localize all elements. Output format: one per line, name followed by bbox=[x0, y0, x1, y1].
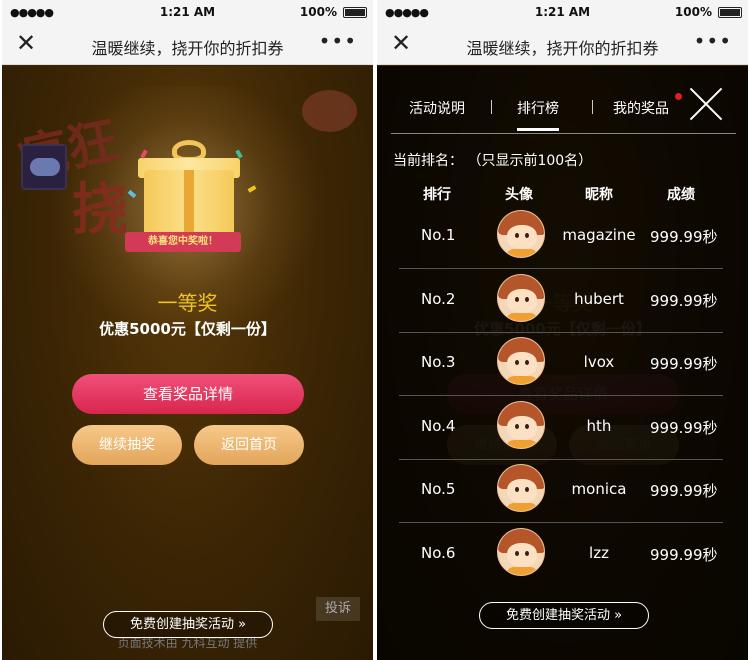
avatar bbox=[497, 274, 545, 322]
row-rank: No.2 bbox=[421, 290, 456, 308]
row-nickname: hubert bbox=[574, 290, 624, 308]
congrats-banner: 恭喜您中奖啦！ bbox=[125, 232, 241, 252]
row-nickname: magazine bbox=[562, 226, 636, 244]
header-score: 成绩 bbox=[667, 187, 695, 203]
header-nickname: 昵称 bbox=[585, 187, 613, 203]
avatar bbox=[497, 528, 545, 576]
cloud-logo-icon bbox=[21, 144, 67, 190]
free-create-activity-button[interactable]: 免费创建抽奖活动 » bbox=[103, 611, 273, 638]
nav-bar: ✕ 温暖继续，挠开你的折扣券 ••• bbox=[377, 25, 748, 65]
leaderboard-tabs: 活动说明 排行榜 我的奖品 bbox=[391, 78, 736, 134]
complain-button[interactable]: 投诉 bbox=[316, 597, 360, 621]
background-logo-art-2: 挠 bbox=[72, 178, 128, 243]
row-nickname: lzz bbox=[589, 544, 609, 562]
battery-percent: 100% bbox=[299, 5, 337, 19]
free-create-activity-button[interactable]: 免费创建抽奖活动 » bbox=[479, 602, 649, 629]
row-rank: No.6 bbox=[421, 544, 456, 562]
continue-draw-button[interactable]: 继续抽奖 bbox=[72, 425, 182, 465]
page-title: 温暖继续，挠开你的折扣券 bbox=[466, 39, 659, 58]
avatar bbox=[497, 464, 545, 512]
battery-icon bbox=[343, 7, 367, 18]
tab-divider bbox=[592, 100, 593, 114]
nav-bar: ✕ 温暖继续，挠开你的折扣券 ••• bbox=[2, 25, 373, 65]
row-nickname: hth bbox=[586, 417, 612, 435]
current-rank-info: 当前排名： （只显示前100名） bbox=[393, 153, 593, 169]
row-score: 999.99秒 bbox=[650, 419, 718, 437]
notification-dot bbox=[675, 93, 682, 100]
row-score: 999.99秒 bbox=[650, 546, 718, 564]
leaderboard-row: No.2 hubert 999.99秒 bbox=[399, 270, 723, 333]
avatar bbox=[497, 401, 545, 449]
more-menu-icon[interactable]: ••• bbox=[319, 29, 357, 53]
row-rank: No.3 bbox=[421, 353, 456, 371]
row-score: 999.99秒 bbox=[650, 292, 718, 310]
row-score: 999.99秒 bbox=[650, 355, 718, 373]
status-bar: ●●●●● 1:21 AM 100% bbox=[2, 0, 373, 25]
leaderboard-screen: ●●●●● 1:21 AM 100% ✕ 温暖继续，挠开你的折扣券 ••• 一等… bbox=[377, 0, 748, 660]
close-overlay-icon[interactable] bbox=[688, 86, 724, 122]
tab-my-prizes[interactable]: 我的奖品 bbox=[613, 98, 669, 118]
tab-leaderboard[interactable]: 排行榜 bbox=[517, 98, 559, 131]
row-score: 999.99秒 bbox=[650, 482, 718, 500]
row-rank: No.4 bbox=[421, 417, 456, 435]
leaderboard-row: No.3 lvox 999.99秒 bbox=[399, 333, 723, 396]
leaderboard-row: No.5 monica 999.99秒 bbox=[399, 460, 723, 523]
tab-divider bbox=[491, 100, 492, 114]
leaderboard-header: 排行 头像 昵称 成绩 bbox=[399, 184, 729, 206]
prize-description: 优惠5000元【仅剩一份】 bbox=[99, 320, 276, 338]
row-rank: No.1 bbox=[421, 226, 456, 244]
leaderboard-row: No.4 hth 999.99秒 bbox=[399, 397, 723, 460]
prize-result-screen: ●●●●● 1:21 AM 100% ✕ 温暖继续，挠开你的折扣券 ••• 疯狂… bbox=[2, 0, 373, 660]
row-score: 999.99秒 bbox=[650, 228, 718, 246]
leaderboard-row: No.6 lzz 999.99秒 bbox=[399, 524, 723, 587]
row-rank: No.5 bbox=[421, 480, 456, 498]
prize-name: 一等奖 bbox=[157, 291, 218, 315]
background-decoration bbox=[302, 90, 357, 132]
back-home-button[interactable]: 返回首页 bbox=[194, 425, 304, 465]
row-nickname: monica bbox=[571, 480, 627, 498]
status-bar: ●●●●● 1:21 AM 100% bbox=[377, 0, 748, 25]
leaderboard-row: No.1 magazine 999.99秒 bbox=[399, 206, 723, 269]
more-menu-icon[interactable]: ••• bbox=[694, 29, 732, 53]
avatar bbox=[497, 210, 545, 258]
header-rank: 排行 bbox=[423, 187, 451, 203]
page-title: 温暖继续，挠开你的折扣券 bbox=[91, 39, 284, 58]
avatar bbox=[497, 337, 545, 385]
view-prize-details-button[interactable]: 查看奖品详情 bbox=[72, 374, 304, 414]
battery-icon bbox=[718, 7, 742, 18]
gift-box-icon bbox=[144, 170, 234, 240]
tab-activity-rules[interactable]: 活动说明 bbox=[409, 98, 465, 118]
battery-percent: 100% bbox=[674, 5, 712, 19]
row-nickname: lvox bbox=[583, 353, 615, 371]
header-avatar: 头像 bbox=[505, 187, 533, 203]
